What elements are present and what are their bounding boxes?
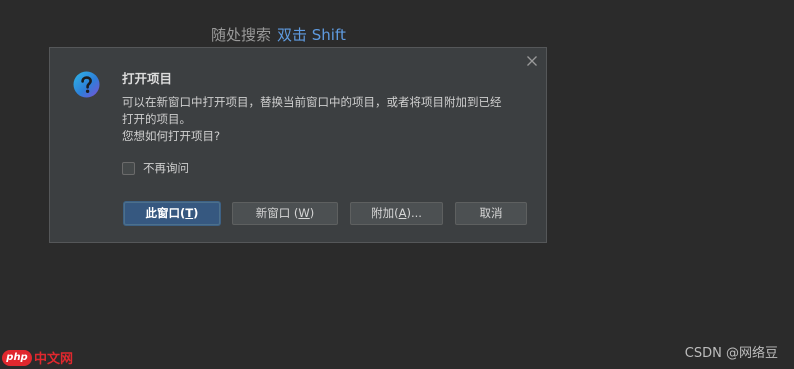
question-icon — [73, 71, 100, 98]
checkbox-label: 不再询问 — [143, 161, 189, 175]
new-window-button[interactable]: 新窗口 (W) — [232, 202, 338, 225]
message-line: 打开的项目。 — [122, 112, 191, 126]
csdn-watermark: CSDN @网络豆 — [684, 346, 778, 361]
hint-shortcut: 双击 Shift — [277, 26, 346, 44]
this-window-button[interactable]: 此窗口(T) — [124, 202, 220, 225]
message-question: 您想如何打开项目? — [122, 129, 221, 143]
hint-text: 随处搜索 — [211, 26, 272, 44]
checkbox-box[interactable] — [122, 161, 135, 175]
cancel-button[interactable]: 取消 — [455, 202, 527, 225]
logo-text: 中文网 — [34, 352, 74, 367]
attach-button[interactable]: 附加(A)... — [350, 202, 443, 225]
dont-ask-again-checkbox[interactable]: 不再询问 — [122, 160, 189, 176]
message-line: 可以在新窗口中打开项目，替换当前窗口中的项目，或者将项目附加到已经 — [122, 95, 502, 109]
logo-badge: php — [2, 349, 32, 366]
search-everywhere-hint: 随处搜索 双击 Shift — [211, 24, 346, 45]
php-cn-logo: php 中文网 — [2, 348, 73, 367]
ide-background: 随处搜索 双击 Shift 打开项目 可以在新窗口中打开项目，替换当前窗口中的项… — [0, 0, 794, 369]
open-project-dialog: 打开项目 可以在新窗口中打开项目，替换当前窗口中的项目，或者将项目附加到已经 打… — [49, 47, 547, 243]
dialog-message: 可以在新窗口中打开项目，替换当前窗口中的项目，或者将项目附加到已经 打开的项目。… — [122, 94, 527, 145]
dialog-title: 打开项目 — [122, 71, 173, 86]
close-icon[interactable] — [524, 53, 540, 69]
